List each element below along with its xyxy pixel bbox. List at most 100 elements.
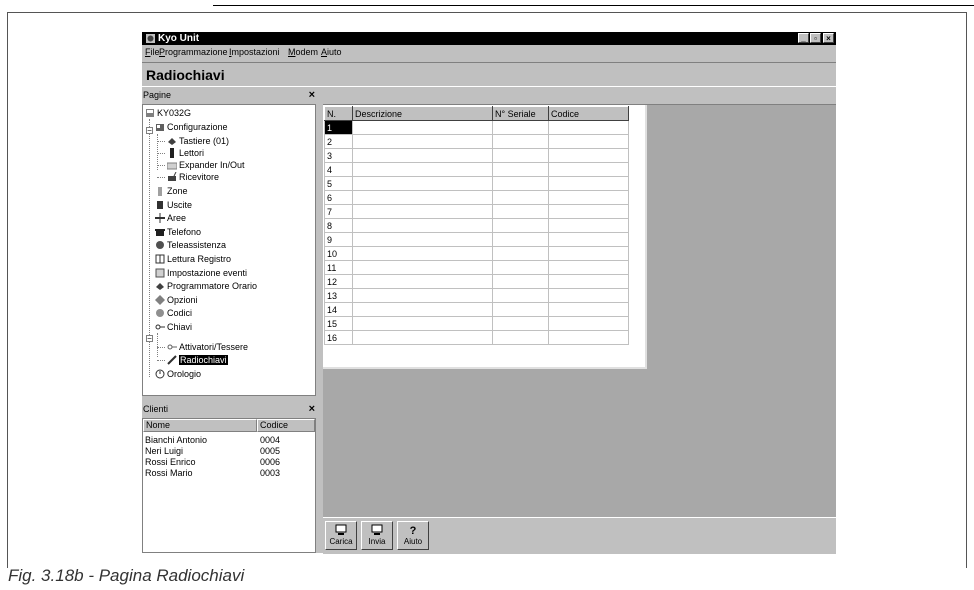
grid-cell-codice[interactable] [548, 162, 629, 177]
tree-item-lettori[interactable]: Lettori [167, 147, 204, 159]
grid-cell-descrizione[interactable] [352, 288, 493, 303]
grid-cell-n[interactable]: 5 [324, 176, 353, 191]
grid-cell-codice[interactable] [548, 246, 629, 261]
grid-cell-seriale[interactable] [492, 162, 549, 177]
grid-cell-seriale[interactable] [492, 302, 549, 317]
grid-cell-seriale[interactable] [492, 218, 549, 233]
grid-row[interactable]: 12 [324, 274, 629, 289]
client-row[interactable]: Neri Luigi 0005 [145, 446, 305, 457]
collapse-chiavi-toggle[interactable]: − [146, 335, 153, 343]
grid-cell-seriale[interactable] [492, 190, 549, 205]
grid-row[interactable]: 6 [324, 190, 629, 205]
grid-cell-codice[interactable] [548, 218, 629, 233]
grid-cell-seriale[interactable] [492, 204, 549, 219]
grid-cell-descrizione[interactable] [352, 162, 493, 177]
menu-file[interactable]: File [145, 47, 160, 57]
grid-cell-seriale[interactable] [492, 316, 549, 331]
maximize-button[interactable]: ▫ [810, 33, 821, 43]
grid-row[interactable]: 14 [324, 302, 629, 317]
invia-button[interactable]: Invia [361, 521, 393, 550]
tree-item-zone[interactable]: Zone [155, 185, 188, 197]
tree-item-lettura-registro[interactable]: Lettura Registro [155, 253, 231, 265]
grid-cell-codice[interactable] [548, 232, 629, 247]
tree-item-chiavi[interactable]: Chiavi [155, 321, 192, 333]
tree-item-configurazione[interactable]: Configurazione [155, 121, 228, 133]
aiuto-button[interactable]: ? Aiuto [397, 521, 429, 550]
grid-row[interactable]: 7 [324, 204, 629, 219]
tree-item-radiochiavi[interactable]: Radiochiavi [167, 354, 228, 366]
grid-row[interactable]: 11 [324, 260, 629, 275]
column-header-codice[interactable]: Codice [548, 106, 629, 121]
tree-item-opzioni[interactable]: Opzioni [155, 294, 198, 306]
grid-cell-codice[interactable] [548, 288, 629, 303]
grid-cell-n[interactable]: 6 [324, 190, 353, 205]
tree-item-orologio[interactable]: Orologio [155, 368, 201, 380]
grid-cell-seriale[interactable] [492, 120, 549, 135]
grid-cell-seriale[interactable] [492, 246, 549, 261]
grid-cell-n[interactable]: 12 [324, 274, 353, 289]
grid-cell-codice[interactable] [548, 120, 629, 135]
grid-cell-n[interactable]: 10 [324, 246, 353, 261]
grid-row[interactable]: 10 [324, 246, 629, 261]
grid-cell-codice[interactable] [548, 330, 629, 345]
tree-item-aree[interactable]: Aree [155, 212, 186, 224]
grid-row[interactable]: 3 [324, 148, 629, 163]
grid-cell-seriale[interactable] [492, 176, 549, 191]
grid-cell-descrizione[interactable] [352, 148, 493, 163]
column-header-seriale[interactable]: N° Seriale [492, 106, 549, 121]
grid-cell-n[interactable]: 16 [324, 330, 353, 345]
grid-cell-n[interactable]: 1 [324, 120, 353, 135]
grid-cell-n[interactable]: 3 [324, 148, 353, 163]
grid-cell-descrizione[interactable] [352, 274, 493, 289]
column-header-codice[interactable]: Codice [257, 419, 315, 432]
grid-cell-n[interactable]: 14 [324, 302, 353, 317]
grid-cell-codice[interactable] [548, 134, 629, 149]
grid-cell-n[interactable]: 7 [324, 204, 353, 219]
grid-cell-seriale[interactable] [492, 232, 549, 247]
grid-cell-codice[interactable] [548, 316, 629, 331]
grid-row[interactable]: 2 [324, 134, 629, 149]
grid-cell-descrizione[interactable] [352, 316, 493, 331]
minimize-button[interactable]: _ [798, 33, 809, 43]
grid-row[interactable]: 5 [324, 176, 629, 191]
tree-item-uscite[interactable]: Uscite [155, 199, 192, 211]
grid-row[interactable]: 9 [324, 232, 629, 247]
tree-item-root[interactable]: KY032G [145, 107, 191, 119]
grid-row[interactable]: 8 [324, 218, 629, 233]
grid-cell-n[interactable]: 11 [324, 260, 353, 275]
client-row[interactable]: Bianchi Antonio 0004 [145, 435, 305, 446]
close-button[interactable]: × [823, 33, 834, 43]
grid-cell-seriale[interactable] [492, 260, 549, 275]
tree-item-attivatori[interactable]: Attivatori/Tessere [167, 341, 248, 353]
grid-cell-descrizione[interactable] [352, 134, 493, 149]
grid-cell-descrizione[interactable] [352, 204, 493, 219]
grid-row[interactable]: 4 [324, 162, 629, 177]
column-header-descrizione[interactable]: Descrizione [352, 106, 493, 121]
collapse-configurazione-toggle[interactable]: − [146, 127, 153, 135]
tree-item-telefono[interactable]: Telefono [155, 226, 201, 238]
tree-item-expander[interactable]: Expander In/Out [167, 159, 245, 171]
grid-cell-seriale[interactable] [492, 274, 549, 289]
menu-modem[interactable]: Modem [288, 47, 318, 57]
client-row[interactable]: Rossi Enrico 0006 [145, 457, 305, 468]
grid-cell-n[interactable]: 2 [324, 134, 353, 149]
tree-item-ricevitore[interactable]: Ricevitore [167, 171, 219, 183]
grid-cell-n[interactable]: 9 [324, 232, 353, 247]
grid-cell-codice[interactable] [548, 176, 629, 191]
tree-item-programmatore-orario[interactable]: Programmatore Orario [155, 280, 257, 292]
pages-panel-close-button[interactable]: × [309, 89, 315, 101]
grid-cell-n[interactable]: 4 [324, 162, 353, 177]
grid-cell-descrizione[interactable] [352, 302, 493, 317]
grid-cell-descrizione[interactable] [352, 260, 493, 275]
grid-cell-n[interactable]: 15 [324, 316, 353, 331]
grid-cell-descrizione[interactable] [352, 246, 493, 261]
menu-aiuto[interactable]: Aiuto [321, 47, 342, 57]
menu-programmazione[interactable]: Programmazione [159, 47, 228, 57]
grid-cell-n[interactable]: 8 [324, 218, 353, 233]
grid-cell-codice[interactable] [548, 260, 629, 275]
grid-cell-codice[interactable] [548, 302, 629, 317]
tree-item-codici[interactable]: Codici [155, 307, 192, 319]
grid-cell-seriale[interactable] [492, 288, 549, 303]
grid-cell-codice[interactable] [548, 148, 629, 163]
column-header-n[interactable]: N. [324, 106, 353, 121]
